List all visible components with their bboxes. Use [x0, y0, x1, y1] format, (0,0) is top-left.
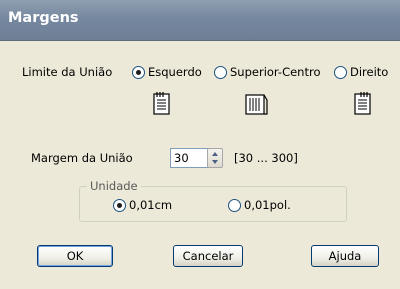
- binding-left-icon: [153, 92, 170, 115]
- binding-top-center-icon: [245, 94, 268, 115]
- margin-spinner[interactable]: [207, 148, 223, 168]
- margin-label: Margem da União: [31, 151, 133, 165]
- spin-down-icon[interactable]: [212, 160, 218, 164]
- help-button[interactable]: Ajuda: [311, 245, 379, 267]
- unit-group-label: Unidade: [87, 179, 141, 193]
- margin-range: [30 ... 300]: [234, 151, 298, 165]
- window-title: Margens: [8, 10, 79, 26]
- radio-right-binding-label[interactable]: Direito: [350, 65, 388, 79]
- radio-unit-inch-label[interactable]: 0,01pol.: [244, 198, 291, 212]
- title-bar[interactable]: Margens: [0, 0, 400, 41]
- radio-left-binding[interactable]: [132, 66, 145, 79]
- radio-top-center-binding-label[interactable]: Superior-Centro: [230, 65, 320, 79]
- radio-unit-cm[interactable]: [113, 199, 126, 212]
- radio-right-binding[interactable]: [334, 66, 347, 79]
- radio-top-center-binding[interactable]: [214, 66, 227, 79]
- ok-button[interactable]: OK: [37, 245, 113, 267]
- radio-unit-inch[interactable]: [228, 199, 241, 212]
- radio-left-binding-label[interactable]: Esquerdo: [148, 65, 202, 79]
- spin-up-icon[interactable]: [212, 152, 218, 156]
- binding-label: Limite da União: [22, 65, 113, 79]
- cancel-button[interactable]: Cancelar: [173, 245, 243, 267]
- radio-unit-cm-label[interactable]: 0,01cm: [129, 198, 172, 212]
- binding-right-icon: [354, 92, 371, 115]
- margin-input[interactable]: 30: [170, 148, 209, 168]
